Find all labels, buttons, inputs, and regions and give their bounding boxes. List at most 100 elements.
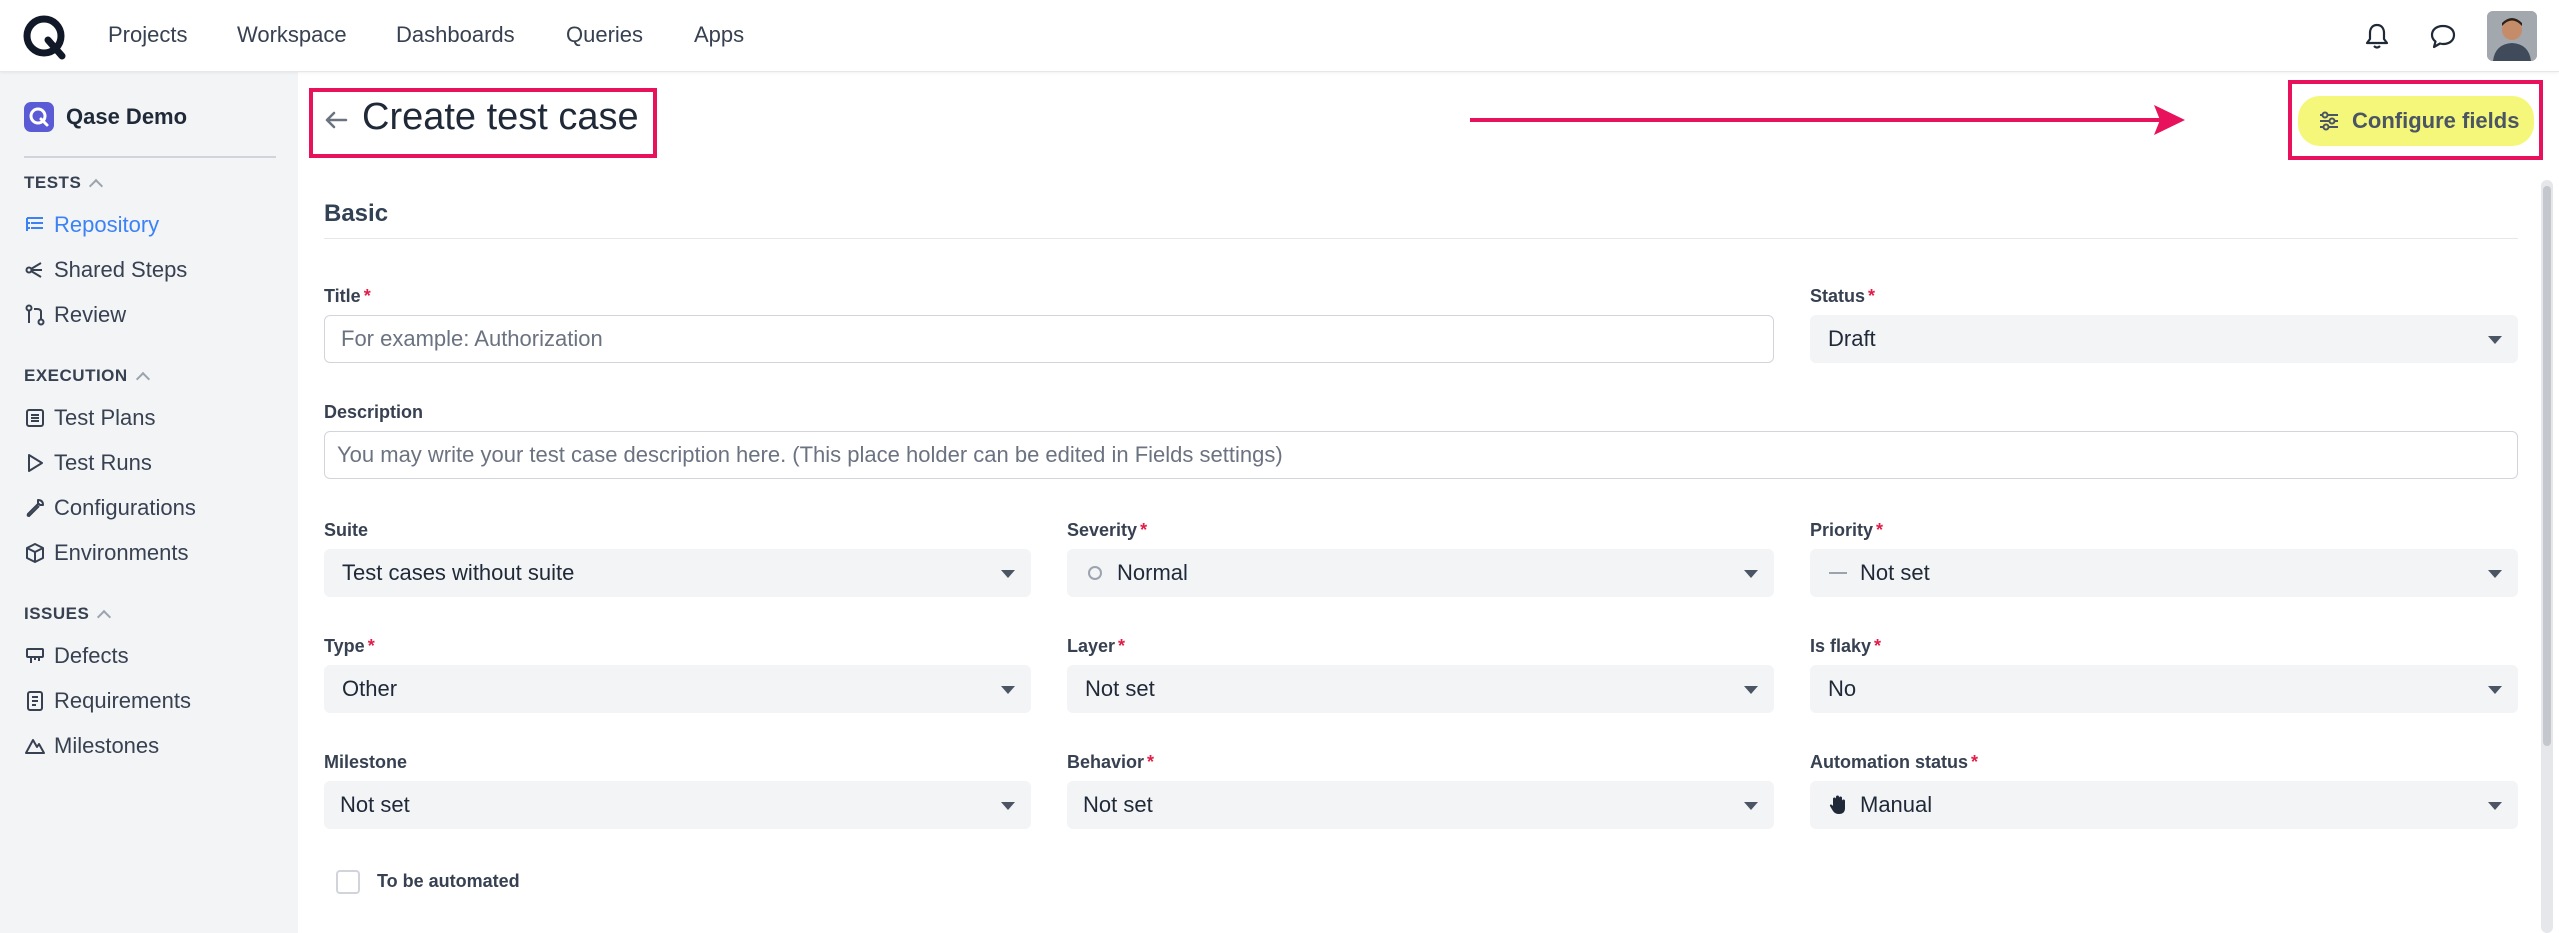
sidebar-item-configurations[interactable]: Configurations	[24, 495, 196, 521]
required-marker: *	[1118, 636, 1126, 656]
suite-select[interactable]: Test cases without suite	[324, 549, 1031, 597]
document-icon	[27, 691, 43, 711]
top-navigation: Projects Workspace Dashboards Queries Ap…	[0, 0, 2559, 72]
sliders-icon	[2320, 111, 2338, 131]
chevron-up-icon	[135, 371, 150, 387]
nav-apps[interactable]: Apps	[694, 22, 744, 48]
required-marker: *	[1876, 520, 1884, 540]
severity-value: Normal	[1117, 560, 1188, 585]
severity-field-label: Severity *	[1067, 520, 1147, 541]
priority-value: Not set	[1860, 560, 1930, 585]
description-label-text: Description	[324, 402, 424, 422]
user-avatar[interactable]	[2487, 11, 2537, 61]
description-input[interactable]: You may write your test case description…	[324, 431, 2518, 479]
mountain-icon	[25, 739, 45, 754]
priority-field-label: Priority *	[1810, 520, 1883, 541]
section-divider	[324, 238, 2518, 239]
nav-dashboards[interactable]: Dashboards	[396, 22, 515, 48]
to-be-automated-checkbox[interactable]	[336, 870, 360, 894]
sidebar-item-label: Requirements	[54, 688, 191, 713]
section-execution[interactable]: EXECUTION	[24, 366, 150, 387]
sidebar-item-label: Defects	[54, 643, 129, 668]
chevron-up-icon	[97, 609, 112, 625]
automation-label-text: Automation status	[1810, 752, 1969, 772]
suite-value: Test cases without suite	[342, 560, 575, 585]
sidebar-item-label: Environments	[54, 540, 189, 565]
layer-select[interactable]: Not set	[1067, 665, 1774, 713]
dash-icon	[1828, 563, 1848, 583]
layer-value: Not set	[1085, 676, 1155, 701]
chat-icon[interactable]	[2427, 20, 2459, 52]
required-marker: *	[1868, 286, 1876, 306]
caret-down-icon	[2488, 570, 2502, 578]
sidebar-item-label: Test Plans	[54, 405, 156, 430]
milestone-field-label: Milestone	[324, 752, 407, 773]
qase-logo-icon[interactable]	[22, 14, 68, 60]
section-execution-label: EXECUTION	[24, 366, 128, 385]
sidebar-item-shared-steps[interactable]: Shared Steps	[24, 257, 187, 283]
title-input[interactable]: For example: Authorization	[324, 315, 1774, 363]
priority-select[interactable]: Not set	[1810, 549, 2518, 597]
scrollbar-thumb[interactable]	[2543, 186, 2551, 746]
sidebar-item-review[interactable]: Review	[24, 302, 126, 328]
status-label-text: Status	[1810, 286, 1866, 306]
priority-label-text: Priority	[1810, 520, 1874, 540]
caret-down-icon	[1001, 686, 1015, 694]
section-issues-label: ISSUES	[24, 604, 90, 623]
sidebar-item-environments[interactable]: Environments	[24, 540, 189, 566]
behavior-select[interactable]: Not set	[1067, 781, 1774, 829]
sidebar-item-defects[interactable]: Defects	[24, 643, 129, 669]
sidebar-item-label: Milestones	[54, 733, 160, 758]
repository-icon	[26, 217, 43, 231]
back-arrow-icon[interactable]	[322, 106, 350, 134]
sidebar-item-label: Repository	[54, 212, 160, 237]
required-marker: *	[1971, 752, 1979, 772]
suite-field-label: Suite	[324, 520, 368, 541]
status-value: Draft	[1828, 326, 1876, 351]
section-tests[interactable]: TESTS	[24, 173, 104, 194]
shared-steps-icon	[25, 262, 42, 278]
nav-workspace[interactable]: Workspace	[237, 22, 347, 48]
play-icon	[28, 454, 43, 472]
project-logo-icon	[24, 102, 54, 132]
title-placeholder: For example: Authorization	[341, 326, 603, 351]
severity-select[interactable]: Normal	[1067, 549, 1774, 597]
avatar-image	[2487, 11, 2537, 61]
annotation-arrow-icon	[1470, 105, 2185, 135]
sidebar-item-test-runs[interactable]: Test Runs	[24, 450, 152, 476]
to-be-automated-label: To be automated	[377, 871, 520, 891]
required-marker: *	[1874, 636, 1882, 656]
behavior-field-label: Behavior *	[1067, 752, 1154, 773]
flaky-select[interactable]: No	[1810, 665, 2518, 713]
status-select[interactable]: Draft	[1810, 315, 2518, 363]
section-issues[interactable]: ISSUES	[24, 604, 112, 625]
sidebar-item-label: Shared Steps	[54, 257, 188, 282]
automation-select[interactable]: Manual	[1810, 781, 2518, 829]
type-select[interactable]: Other	[324, 665, 1031, 713]
milestone-label-text: Milestone	[324, 752, 408, 772]
page-title: Create test case	[362, 96, 639, 138]
bell-icon[interactable]	[2361, 20, 2393, 52]
project-switcher[interactable]: Qase Demo	[24, 102, 187, 132]
status-field-label: Status *	[1810, 286, 1875, 307]
sidebar-divider	[24, 156, 276, 158]
nav-queries[interactable]: Queries	[566, 22, 643, 48]
required-marker: *	[367, 636, 375, 656]
milestone-select[interactable]: Not set	[324, 781, 1031, 829]
required-marker: *	[1147, 752, 1155, 772]
description-placeholder: You may write your test case description…	[337, 442, 1283, 467]
sidebar-item-requirements[interactable]: Requirements	[24, 688, 191, 714]
sidebar-item-repository[interactable]: Repository	[24, 212, 159, 238]
caret-down-icon	[2488, 686, 2502, 694]
flaky-field-label: Is flaky *	[1810, 636, 1881, 657]
configure-fields-button[interactable]: Configure fields	[2298, 96, 2534, 146]
behavior-label-text: Behavior	[1067, 752, 1145, 772]
caret-down-icon	[1744, 802, 1758, 810]
chevron-up-icon	[89, 178, 104, 194]
sidebar-item-label: Review	[54, 302, 127, 327]
sidebar-item-test-plans[interactable]: Test Plans	[24, 405, 156, 431]
nav-projects[interactable]: Projects	[108, 22, 187, 48]
section-basic-title: Basic	[324, 200, 389, 227]
sidebar-item-milestones[interactable]: Milestones	[24, 733, 159, 759]
suite-label-text: Suite	[324, 520, 369, 540]
